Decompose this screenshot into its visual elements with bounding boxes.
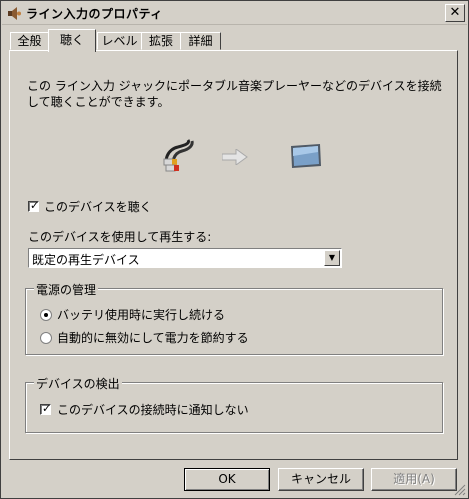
checkmark-icon: ✓ — [42, 402, 52, 415]
tab-enhancements[interactable]: 拡張 — [141, 32, 181, 50]
device-detection-title: デバイスの検出 — [34, 375, 122, 392]
device-detection-group: デバイスの検出 ✓ このデバイスの接続時に通知しない — [25, 375, 443, 433]
tab-panel-listen: この ライン入力 ジャックにポータブル音楽プレーヤーなどのデバイスを接続して聴く… — [9, 50, 458, 460]
ok-button[interactable]: OK — [184, 468, 270, 491]
no-notify-label[interactable]: このデバイスの接続時に通知しない — [57, 401, 249, 418]
radio-selected-dot — [44, 313, 48, 317]
close-icon: ✕ — [449, 5, 461, 20]
speaker-icon — [8, 7, 21, 20]
playback-label: このデバイスを使用して再生する: — [28, 230, 212, 244]
playback-device-select[interactable]: 既定の再生デバイス ▼ — [28, 248, 342, 268]
description-text: この ライン入力 ジャックにポータブル音楽プレーヤーなどのデバイスを接続して聴く… — [27, 79, 442, 109]
resize-grip-icon[interactable] — [454, 484, 466, 496]
radio-keep-running[interactable] — [40, 309, 52, 321]
arrow-right-icon — [222, 149, 248, 165]
dropdown-button[interactable]: ▼ — [324, 250, 340, 266]
no-notify-checkbox[interactable]: ✓ — [40, 402, 52, 415]
tab-advanced[interactable]: 詳細 — [180, 32, 221, 50]
tab-levels[interactable]: レベル — [97, 32, 142, 50]
listen-checkbox[interactable]: ✓ — [28, 199, 40, 212]
tab-listen[interactable]: 聴く — [48, 29, 96, 52]
chevron-down-icon: ▼ — [328, 253, 336, 262]
tab-general[interactable]: 全般 — [10, 32, 49, 50]
auto-disable-label[interactable]: 自動的に無効にして電力を節約する — [57, 329, 249, 346]
listen-checkbox-label[interactable]: このデバイスを聴く — [44, 198, 152, 215]
power-management-group: 電源の管理 バッテリ使用時に実行し続ける 自動的に無効にして電力を節約する — [25, 281, 443, 355]
cancel-button[interactable]: キャンセル — [278, 468, 364, 491]
radio-auto-disable[interactable] — [40, 332, 52, 344]
close-button[interactable]: ✕ — [445, 4, 465, 22]
connection-illustration — [160, 139, 330, 179]
window-title: ライン入力のプロパティ — [26, 7, 163, 21]
apply-button[interactable]: 適用(A) — [371, 468, 457, 491]
checkmark-icon: ✓ — [30, 199, 40, 212]
properties-window: ライン入力のプロパティ ✕ 全般 聴く レベル 拡張 詳細 この ライン入力 ジ… — [0, 0, 469, 499]
audio-cable-icon — [163, 139, 194, 172]
title-bar[interactable]: ライン入力のプロパティ ✕ — [2, 2, 467, 25]
monitor-icon — [291, 144, 321, 168]
keep-running-label[interactable]: バッテリ使用時に実行し続ける — [57, 306, 225, 323]
power-management-title: 電源の管理 — [34, 281, 99, 298]
playback-device-value: 既定の再生デバイス — [32, 253, 140, 267]
